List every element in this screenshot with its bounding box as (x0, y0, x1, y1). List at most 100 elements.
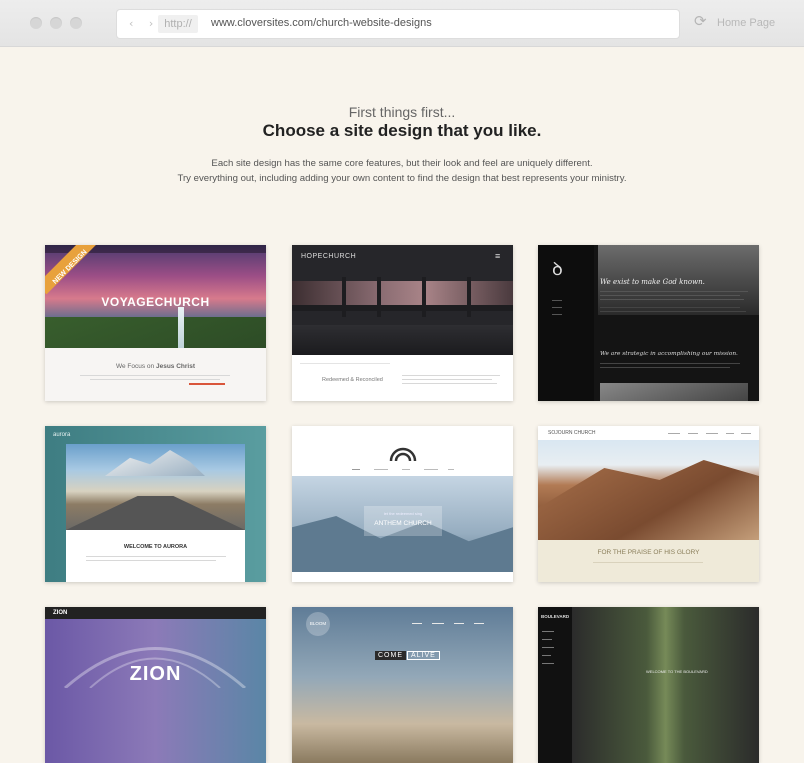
voyage-hills (45, 317, 266, 348)
aurora-text-line (86, 556, 226, 557)
hope-content: Redeemed & Reconciled (292, 355, 513, 401)
hope-pillar (422, 277, 426, 317)
script-subhead: We are strategic in accomplishing our mi… (600, 351, 738, 357)
boulevard-nav-item (542, 639, 552, 640)
hope-text-line (300, 363, 390, 364)
hope-text-line (402, 383, 497, 384)
script-sidebar (538, 245, 594, 401)
anthem-footer (292, 572, 513, 582)
window-minimize-button[interactable] (50, 17, 62, 29)
anthem-logo-icon (389, 447, 417, 462)
home-page-link[interactable]: Home Page (717, 17, 775, 29)
script-nav-line (552, 300, 562, 301)
boulevard-welcome: WELCOME TO THE BOULEVARD (646, 669, 708, 674)
bloom-word2: ALIVE (407, 651, 440, 660)
voyage-red-link (189, 383, 225, 385)
boulevard-nav-item (542, 655, 551, 656)
script-text-line (600, 367, 730, 368)
script-text-line (600, 295, 740, 296)
boulevard-logo: BOULEVARD (541, 614, 570, 619)
sojourn-nav-item (726, 433, 734, 434)
bloom-logo: BLOOM (309, 621, 327, 626)
anthem-nav-item (374, 469, 388, 470)
design-thumb-voyage[interactable]: NEW DESIGN VOYAGECHURCH We Focus on Jesu… (45, 245, 266, 401)
script-text-line (600, 299, 744, 300)
bloom-word1: COME (375, 651, 406, 660)
voyage-text-line (90, 379, 220, 380)
aurora-logo: aurora (53, 432, 71, 438)
boulevard-hero-image (572, 607, 759, 763)
script-text-line (600, 363, 740, 364)
script-text-line (600, 291, 748, 292)
design-thumb-boulevard[interactable]: BOULEVARD WELCOME TO THE BOULEVARD (538, 607, 759, 763)
hope-menu-icon: ≡ (495, 251, 501, 261)
address-bar[interactable]: ‹ › http:// www.cloversites.com/church-w… (117, 10, 679, 38)
zion-logo: ZION (53, 610, 68, 616)
sojourn-nav-item (688, 433, 698, 434)
bloom-logo-badge: BLOOM (306, 612, 330, 636)
hope-pillar (342, 277, 346, 317)
url-text[interactable]: www.cloversites.com/church-website-desig… (211, 17, 432, 29)
voyage-text-line (80, 375, 230, 376)
anthem-header (292, 426, 513, 476)
anthem-lead: let the redeemed sing (383, 511, 423, 516)
protocol-label: http:// (158, 15, 198, 33)
script-text-line (600, 307, 740, 308)
sojourn-band: FOR THE PRAISE OF HIS GLORY (597, 549, 700, 556)
anthem-nav-item (352, 469, 360, 470)
boulevard-nav-item (542, 647, 554, 648)
design-thumb-sojourn[interactable]: SOJOURN CHURCH FOR THE PRAISE OF HIS GLO… (538, 426, 759, 582)
back-forward-icon[interactable]: ‹ › (129, 17, 159, 30)
aurora-text-line (86, 560, 216, 561)
intro-desc-line-1: Each site design has the same core featu… (211, 158, 593, 169)
design-thumb-anthem[interactable]: let the redeemed sing ANTHEM CHURCH (292, 426, 513, 582)
window-zoom-button[interactable] (70, 17, 82, 29)
page-title: Choose a site design that you like. (262, 121, 542, 140)
script-footer-image (600, 383, 748, 401)
design-thumb-aurora[interactable]: aurora WELCOME TO AURORA (45, 426, 266, 582)
bloom-nav-item (412, 623, 422, 624)
intro-description: Each site design has the same core featu… (0, 156, 804, 186)
aurora-content: WELCOME TO AURORA (66, 530, 245, 582)
browser-toolbar: ‹ › http:// www.cloversites.com/church-w… (0, 0, 804, 47)
hope-caption: Redeemed & Reconciled (322, 377, 383, 383)
anthem-name: ANTHEM CHURCH (374, 520, 432, 527)
design-thumb-zion[interactable]: ZION ZION (45, 607, 266, 763)
boulevard-nav-item (542, 631, 554, 632)
anthem-nav-item (424, 469, 438, 470)
hope-floor (292, 325, 513, 355)
sojourn-nav-item (668, 433, 680, 434)
design-thumb-bloom[interactable]: BLOOM COME ALIVE (292, 607, 513, 763)
sojourn-nav-item (741, 433, 751, 434)
hope-text-line (402, 379, 492, 380)
script-text-line (600, 311, 746, 312)
design-thumb-hope[interactable]: HOPECHURCH ≡ Redeemed & Reconciled (292, 245, 513, 401)
sojourn-content: FOR THE PRAISE OF HIS GLORY (538, 540, 759, 582)
sojourn-nav-item (706, 433, 718, 434)
voyage-content: We Focus on Jesus Christ (45, 348, 266, 401)
script-headline: We exist to make God known. (600, 278, 705, 286)
boulevard-nav-item (542, 663, 554, 664)
bloom-nav-item (432, 623, 444, 624)
zion-name: ZION (129, 663, 182, 685)
reload-icon[interactable]: ⟳ (694, 14, 707, 29)
voyage-name: VOYAGECHURCH (101, 295, 210, 309)
voyage-tagline: We Focus on Jesus Christ (115, 363, 195, 370)
hope-pillar (467, 277, 471, 317)
hope-logo: HOPECHURCH (301, 253, 357, 260)
script-nav-line (552, 307, 562, 308)
anthem-nav-item (448, 469, 454, 470)
window-close-button[interactable] (30, 17, 42, 29)
anthem-title-box: let the redeemed sing ANTHEM CHURCH (364, 506, 442, 536)
intro-desc-line-2: Try everything out, including adding you… (177, 173, 627, 184)
hope-window-beam (292, 305, 513, 311)
design-thumb-script[interactable]: ꝺ We exist to make God known. We are str… (538, 245, 759, 401)
sojourn-logo: SOJOURN CHURCH (548, 430, 596, 436)
bloom-nav-item (474, 623, 484, 624)
script-nav-line (552, 314, 562, 315)
anthem-nav-item (402, 469, 410, 470)
script-logo: ꝺ (552, 259, 563, 280)
hope-pillar (377, 277, 381, 317)
sojourn-text-line (593, 562, 703, 563)
intro-kicker: First things first... (348, 104, 456, 120)
